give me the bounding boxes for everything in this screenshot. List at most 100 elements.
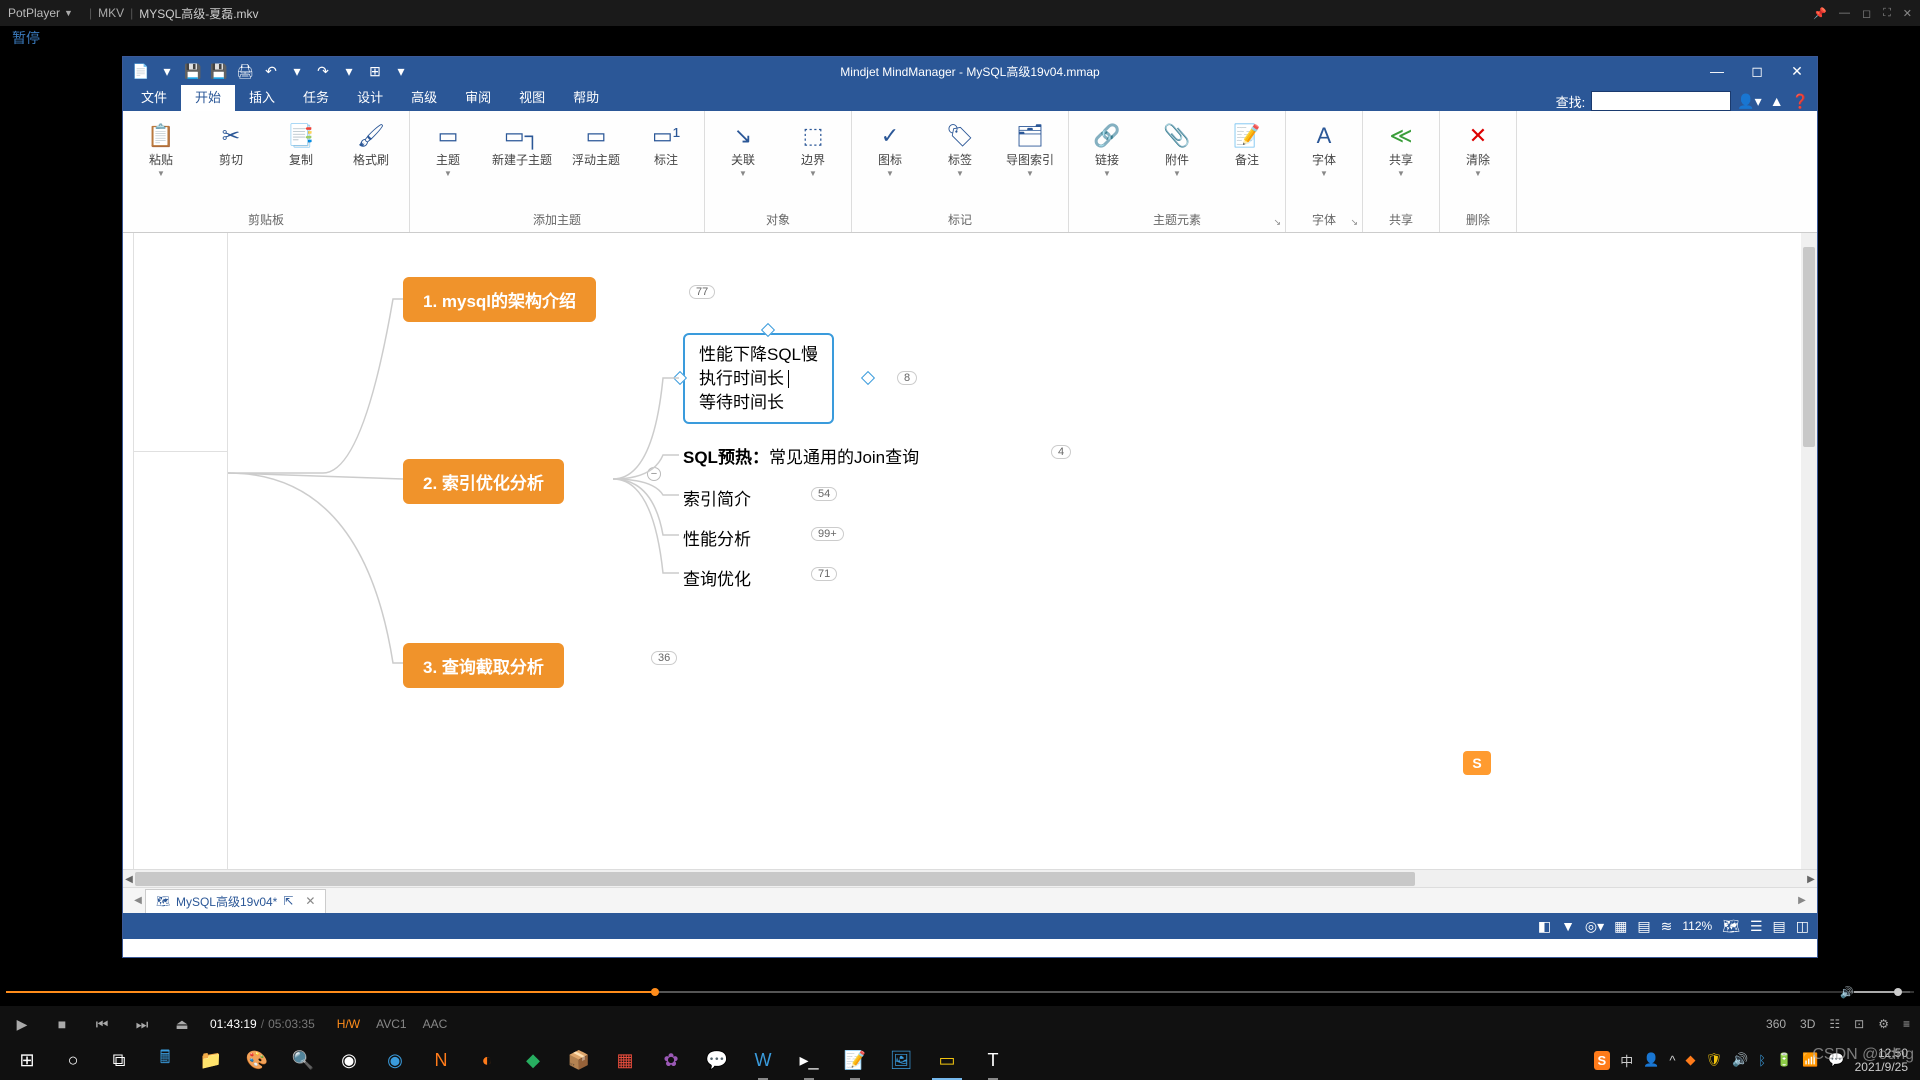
topic-node-selected[interactable]: 性能下降SQL慢 执行时间长 等待时间长: [683, 333, 834, 424]
group-expand-icon[interactable]: ↘: [1350, 217, 1358, 228]
taskbar-notepad[interactable]: 📝: [832, 1040, 878, 1080]
pin-icon[interactable]: 📌: [1813, 7, 1827, 20]
taskbar-typora[interactable]: T: [970, 1040, 1016, 1080]
tabnav-right[interactable]: ▶: [1795, 895, 1809, 906]
fullscreen-icon[interactable]: ⛶: [1883, 7, 1891, 20]
tray-app1-icon[interactable]: ◆: [1686, 1052, 1696, 1068]
filter-icon[interactable]: ▼: [1561, 918, 1575, 934]
node-handle-right[interactable]: [861, 371, 875, 385]
ime-lang-icon[interactable]: 中: [1620, 1051, 1633, 1070]
vr-icon[interactable]: 360: [1766, 1017, 1786, 1031]
taskbar-obs[interactable]: ✿: [648, 1040, 694, 1080]
help-icon[interactable]: ❓: [1792, 93, 1809, 110]
ime-indicator[interactable]: S: [1463, 751, 1491, 775]
taskbar-photos[interactable]: 🖼: [878, 1040, 924, 1080]
quick-access-btn-10[interactable]: ▾: [389, 60, 413, 82]
ribbon-btn-导图索引[interactable]: 🗂导图索引▼: [996, 117, 1064, 182]
presentation-icon[interactable]: ◧: [1538, 918, 1551, 935]
view-map-icon[interactable]: 🗺: [1722, 918, 1740, 935]
ribbon-btn-主题[interactable]: ▭主题▼: [414, 117, 482, 182]
menu-tab-高级[interactable]: 高级: [397, 82, 451, 111]
taskbar-paint[interactable]: 🎨: [234, 1040, 280, 1080]
volume-slider[interactable]: 🔊: [1840, 988, 1910, 996]
minimize-icon[interactable]: —: [1839, 7, 1850, 20]
sogou-tray-icon[interactable]: S: [1594, 1051, 1611, 1070]
quick-access-btn-0[interactable]: 📄: [129, 60, 153, 82]
search-input[interactable]: [1591, 91, 1731, 111]
taskbar-todo[interactable]: ▦: [602, 1040, 648, 1080]
menu-tab-视图[interactable]: 视图: [505, 82, 559, 111]
tabnav-left[interactable]: ◀: [131, 895, 145, 906]
ribbon-btn-附件[interactable]: 📎附件▼: [1143, 117, 1211, 182]
menu-tab-开始[interactable]: 开始: [181, 82, 235, 111]
ribbon-btn-链接[interactable]: 🔗链接▼: [1073, 117, 1141, 182]
taskbar-calculator[interactable]: 🖩: [142, 1040, 188, 1080]
taskbar-start[interactable]: ⊞: [4, 1040, 50, 1080]
stop-button[interactable]: ■: [50, 1016, 74, 1032]
arrow-up-icon[interactable]: ▲: [1770, 93, 1784, 110]
quick-access-btn-5[interactable]: ↶: [259, 60, 283, 82]
taskbar-mindmanager[interactable]: ▭: [924, 1040, 970, 1080]
tray-battery-icon[interactable]: 🔋: [1776, 1052, 1792, 1068]
tab-popout-icon[interactable]: ⇱: [283, 894, 293, 908]
tray-notification-icon[interactable]: 💬: [1828, 1052, 1844, 1068]
group-expand-icon[interactable]: ↘: [1273, 217, 1281, 228]
taskbar-terminal[interactable]: ▸_: [786, 1040, 832, 1080]
taskbar-edge[interactable]: ◉: [372, 1040, 418, 1080]
clock[interactable]: 12:50 2021/9/25: [1855, 1046, 1908, 1075]
potplayer-menu-caret[interactable]: ▼: [64, 8, 73, 18]
menu-tab-帮助[interactable]: 帮助: [559, 82, 613, 111]
ribbon-btn-备注[interactable]: 📝备注: [1213, 117, 1281, 171]
play-button[interactable]: ▶: [10, 1016, 34, 1033]
horizontal-scrollbar[interactable]: ◀ ▶: [123, 869, 1817, 887]
quick-access-btn-2[interactable]: 💾: [181, 60, 205, 82]
tray-overflow-icon[interactable]: ^: [1669, 1053, 1675, 1068]
view-split-icon[interactable]: ◫: [1796, 918, 1809, 935]
ribbon-btn-浮动主题[interactable]: ▭浮动主题: [562, 117, 630, 171]
app-name[interactable]: PotPlayer: [8, 6, 60, 20]
mm-maximize-icon[interactable]: ◻: [1737, 57, 1777, 85]
tray-shield-icon[interactable]: 🛡: [1706, 1052, 1723, 1068]
menu-tab-任务[interactable]: 任务: [289, 82, 343, 111]
volume-thumb[interactable]: [1894, 988, 1902, 996]
vertical-scrollbar[interactable]: [1801, 233, 1817, 869]
ribbon-btn-标签[interactable]: 🏷标签▼: [926, 117, 994, 182]
taskbar-search[interactable]: 🔍: [280, 1040, 326, 1080]
view-outline-icon[interactable]: ☰: [1750, 918, 1763, 935]
ribbon-btn-新建子主题[interactable]: ▭┐新建子主题: [484, 117, 560, 171]
user-icon[interactable]: 👤▾: [1737, 93, 1761, 110]
ribbon-btn-字体[interactable]: A字体▼: [1290, 117, 1358, 182]
layout1-icon[interactable]: ▦: [1614, 918, 1627, 935]
taskbar-explorer[interactable]: 📁: [188, 1040, 234, 1080]
taskbar-wechat[interactable]: 💬: [694, 1040, 740, 1080]
quick-access-btn-8[interactable]: ▾: [337, 60, 361, 82]
taskbar-taskview[interactable]: ⧉: [96, 1040, 142, 1080]
quick-access-btn-7[interactable]: ↷: [311, 60, 335, 82]
scroll-thumb[interactable]: [135, 872, 1415, 886]
ribbon-btn-关联[interactable]: ↘关联▼: [709, 117, 777, 182]
quick-access-btn-1[interactable]: ▾: [155, 60, 179, 82]
close-icon[interactable]: ✕: [1903, 7, 1912, 20]
subtitle-icon[interactable]: ☷: [1829, 1017, 1840, 1031]
topic-node[interactable]: 2. 索引优化分析: [403, 459, 564, 504]
capture-icon[interactable]: ⊡: [1854, 1017, 1864, 1031]
eject-button[interactable]: ⏏: [170, 1016, 194, 1033]
vscroll-thumb[interactable]: [1803, 247, 1815, 447]
next-button[interactable]: ⏭: [130, 1016, 154, 1033]
subtopic[interactable]: 索引简介: [683, 485, 751, 510]
subtopic[interactable]: 查询优化: [683, 565, 751, 590]
tray-network-icon[interactable]: 📶: [1802, 1052, 1818, 1068]
taskbar-redis[interactable]: 📦: [556, 1040, 602, 1080]
layout2-icon[interactable]: ▤: [1637, 918, 1650, 935]
quick-access-btn-9[interactable]: ⊞: [363, 60, 387, 82]
collapse-handle[interactable]: −: [647, 467, 661, 481]
menu-tab-审阅[interactable]: 审阅: [451, 82, 505, 111]
tray-bluetooth-icon[interactable]: ᛒ: [1758, 1053, 1766, 1068]
menu-tab-文件[interactable]: 文件: [127, 82, 181, 111]
taskbar-chrome[interactable]: ◉: [326, 1040, 372, 1080]
mm-minimize-icon[interactable]: —: [1697, 57, 1737, 85]
quick-access-btn-4[interactable]: 🖨: [233, 60, 257, 82]
taskbar-pycharm[interactable]: ◆: [510, 1040, 556, 1080]
ribbon-btn-图标[interactable]: ✓图标▼: [856, 117, 924, 182]
ribbon-btn-格式刷[interactable]: 🖌格式刷: [337, 117, 405, 171]
